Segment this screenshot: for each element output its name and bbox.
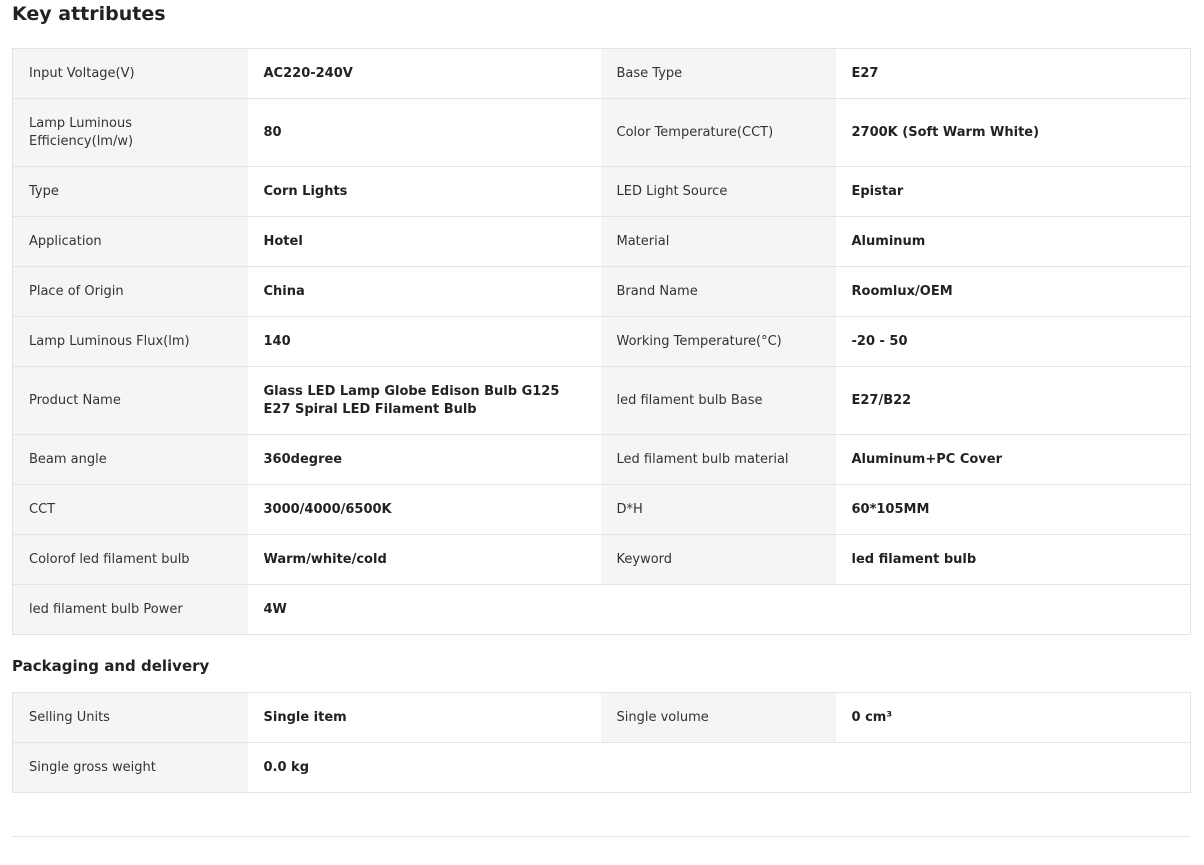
attribute-value: Hotel bbox=[247, 216, 601, 267]
attribute-label: Place of Origin bbox=[12, 266, 248, 317]
key-attributes-table: Input Voltage(V) AC220-240V Base Type E27 La… bbox=[12, 48, 1191, 635]
attribute-row: Type Corn Lights LED Light Source Epistar bbox=[12, 166, 1191, 217]
attribute-row: Colorof led filament bulb Warm/white/cold… bbox=[12, 534, 1191, 585]
attribute-value: led filament bulb bbox=[835, 534, 1191, 585]
attribute-label: Lamp Luminous Efficiency(lm/w) bbox=[12, 98, 248, 167]
attribute-label: Colorof led filament bulb bbox=[12, 534, 248, 585]
attribute-value: 80 bbox=[247, 98, 601, 167]
attribute-label: D*H bbox=[600, 484, 836, 535]
attribute-label: led filament bulb Base bbox=[600, 366, 836, 435]
attribute-label: Brand Name bbox=[600, 266, 836, 317]
attribute-value: Aluminum+PC Cover bbox=[835, 434, 1191, 485]
attribute-value: 0 cm³ bbox=[835, 692, 1191, 743]
attribute-row: Beam angle 360degree Led filament bulb mat… bbox=[12, 434, 1191, 485]
attribute-row: Product Name Glass LED Lamp Globe Edison … bbox=[12, 366, 1191, 435]
attribute-row: CCT 3000/4000/6500K D*H 60*105MM bbox=[12, 484, 1191, 535]
attribute-value: 140 bbox=[247, 316, 601, 367]
attribute-row: Selling Units Single item Single volume 0 c… bbox=[12, 692, 1191, 743]
attribute-label bbox=[600, 584, 836, 635]
attribute-value: 360degree bbox=[247, 434, 601, 485]
attribute-label: LED Light Source bbox=[600, 166, 836, 217]
attribute-value: Epistar bbox=[835, 166, 1191, 217]
attribute-label: Color Temperature(CCT) bbox=[600, 98, 836, 167]
attribute-row: Lamp Luminous Flux(lm) 140 Working Tempera… bbox=[12, 316, 1191, 367]
attribute-value: China bbox=[247, 266, 601, 317]
attribute-value: E27 bbox=[835, 48, 1191, 99]
attribute-value: 3000/4000/6500K bbox=[247, 484, 601, 535]
attribute-label: Product Name bbox=[12, 366, 248, 435]
attribute-row: Application Hotel Material Aluminum bbox=[12, 216, 1191, 267]
attribute-value: Aluminum bbox=[835, 216, 1191, 267]
attribute-label: Keyword bbox=[600, 534, 836, 585]
attribute-label: CCT bbox=[12, 484, 248, 535]
attribute-value bbox=[835, 584, 1191, 635]
attribute-row: Lamp Luminous Efficiency(lm/w) 80 Color Te… bbox=[12, 98, 1191, 167]
attribute-label: Led filament bulb material bbox=[600, 434, 836, 485]
attribute-label bbox=[600, 742, 836, 793]
attribute-value: 4W bbox=[247, 584, 601, 635]
attribute-value: E27/B22 bbox=[835, 366, 1191, 435]
attribute-label: Type bbox=[12, 166, 248, 217]
product-attributes-panel: Key attributes Input Voltage(V) AC220-240… bbox=[12, 0, 1191, 793]
packaging-delivery-table: Selling Units Single item Single volume 0 c… bbox=[12, 692, 1191, 793]
attribute-value: -20 - 50 bbox=[835, 316, 1191, 367]
key-attributes-title: Key attributes bbox=[12, 3, 166, 25]
attribute-label: Single volume bbox=[600, 692, 836, 743]
attribute-value: Corn Lights bbox=[247, 166, 601, 217]
packaging-delivery-title: Packaging and delivery bbox=[12, 657, 210, 675]
attribute-label: Single gross weight bbox=[12, 742, 248, 793]
attribute-value: Glass LED Lamp Globe Edison Bulb G125 E2… bbox=[247, 366, 601, 435]
attribute-value bbox=[835, 742, 1191, 793]
attribute-label: Working Temperature(°C) bbox=[600, 316, 836, 367]
attribute-value: AC220-240V bbox=[247, 48, 601, 99]
attribute-row: Input Voltage(V) AC220-240V Base Type E27 bbox=[12, 48, 1191, 99]
attribute-label: Selling Units bbox=[12, 692, 248, 743]
attribute-label: Input Voltage(V) bbox=[12, 48, 248, 99]
bottom-divider bbox=[12, 836, 1190, 837]
attribute-label: Lamp Luminous Flux(lm) bbox=[12, 316, 248, 367]
attribute-value: Single item bbox=[247, 692, 601, 743]
attribute-value: 60*105MM bbox=[835, 484, 1191, 535]
attribute-label: Application bbox=[12, 216, 248, 267]
attribute-value: Roomlux/OEM bbox=[835, 266, 1191, 317]
attribute-row: Place of Origin China Brand Name Roomlux/OE… bbox=[12, 266, 1191, 317]
attribute-label: Base Type bbox=[600, 48, 836, 99]
attribute-value: Warm/white/cold bbox=[247, 534, 601, 585]
attribute-value: 2700K (Soft Warm White) bbox=[835, 98, 1191, 167]
attribute-label: led filament bulb Power bbox=[12, 584, 248, 635]
attribute-value: 0.0 kg bbox=[247, 742, 601, 793]
attribute-row: Single gross weight 0.0 kg bbox=[12, 742, 1191, 793]
attribute-label: Beam angle bbox=[12, 434, 248, 485]
attribute-label: Material bbox=[600, 216, 836, 267]
attribute-row: led filament bulb Power 4W bbox=[12, 584, 1191, 635]
